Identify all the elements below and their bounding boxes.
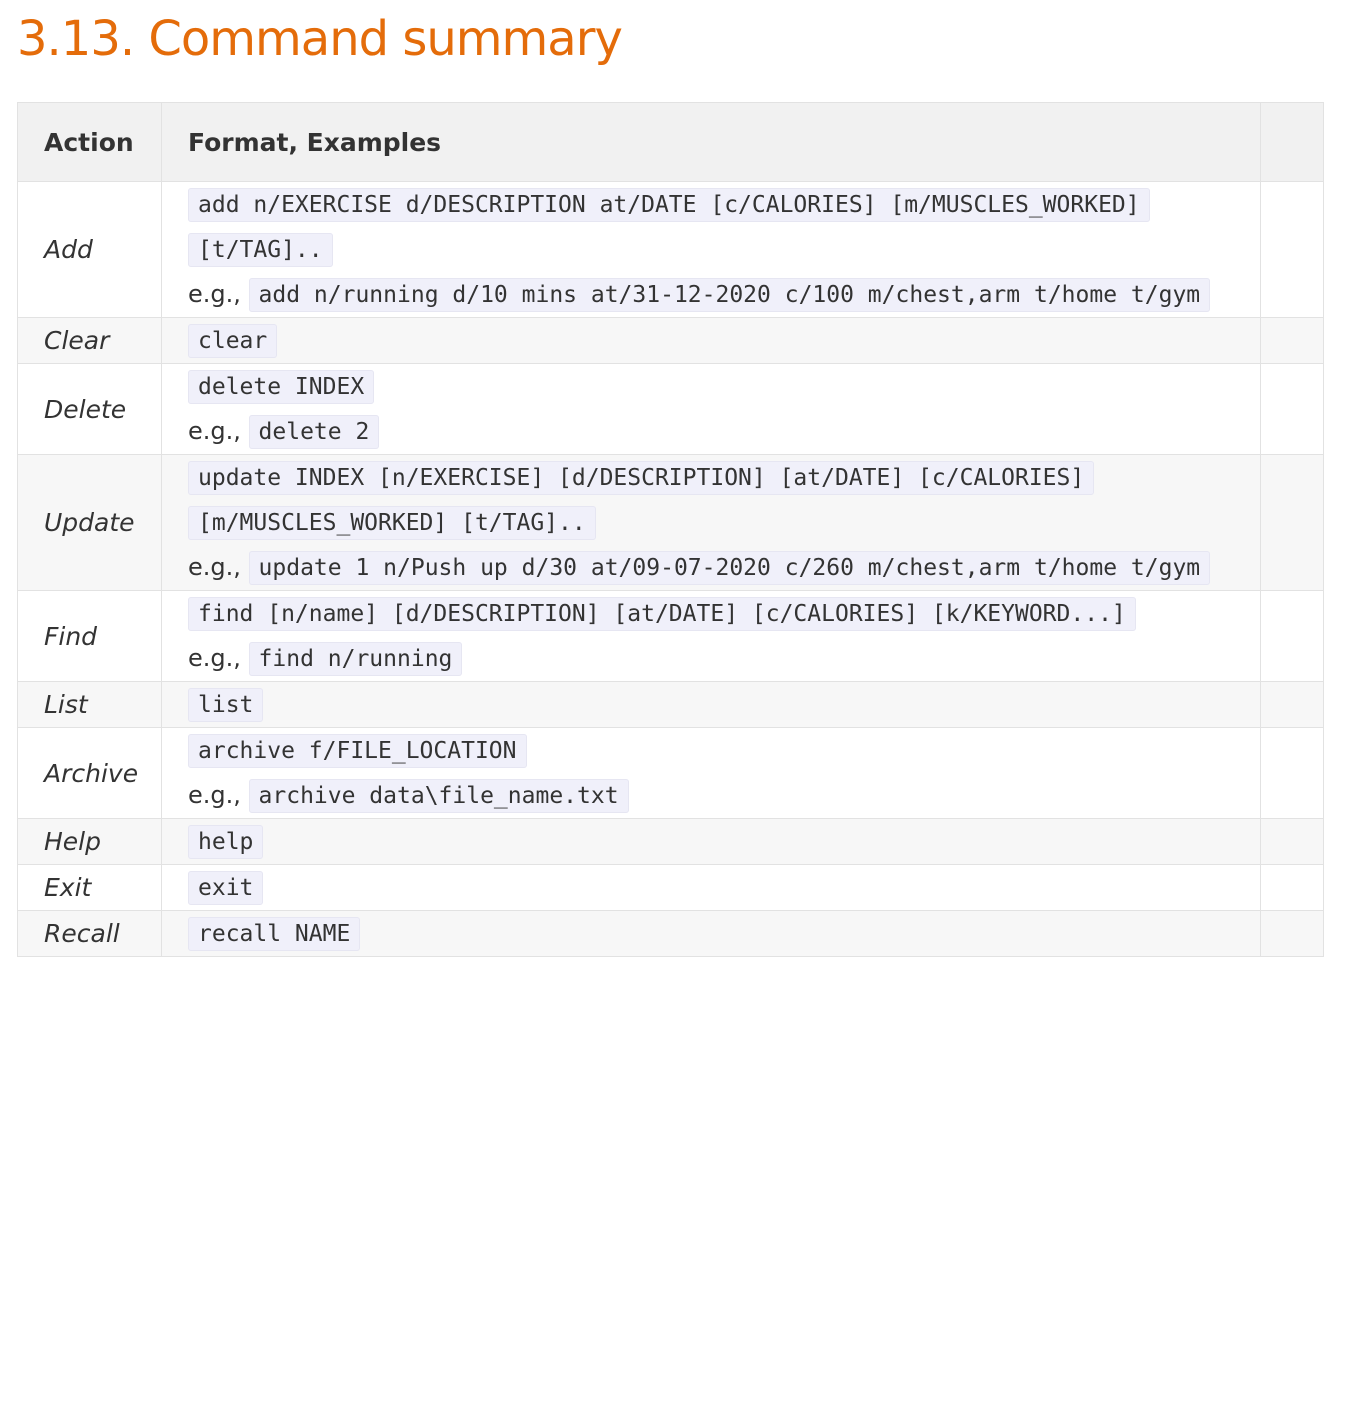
action-cell: Recall — [17, 910, 162, 957]
header-extra — [1260, 102, 1324, 182]
command-format-code: help — [188, 825, 264, 859]
command-format-code: update INDEX [n/EXERCISE] [d/DESCRIPTION… — [188, 461, 1095, 540]
format-cell: find [n/name] [d/DESCRIPTION] [at/DATE] … — [161, 590, 1261, 682]
command-format-code: find [n/name] [d/DESCRIPTION] [at/DATE] … — [188, 597, 1136, 631]
example-prefix: e.g., — [188, 417, 241, 445]
format-line: delete INDEX — [188, 364, 1234, 409]
table-row: Add add n/EXERCISE d/DESCRIPTION at/DATE … — [17, 181, 1324, 318]
table-body: Add add n/EXERCISE d/DESCRIPTION at/DATE … — [17, 181, 1324, 957]
command-format-code: archive f/FILE_LOCATION — [188, 734, 527, 768]
extra-cell — [1260, 454, 1324, 591]
table-row: List list — [17, 681, 1324, 728]
extra-cell — [1260, 727, 1324, 819]
section-title: 3.13. Command summary — [17, 11, 623, 67]
extra-cell — [1260, 363, 1324, 455]
table-row: Exit exit — [17, 864, 1324, 911]
format-cell: help — [161, 818, 1261, 865]
format-cell: add n/EXERCISE d/DESCRIPTION at/DATE [c/… — [161, 181, 1261, 318]
format-cell: list — [161, 681, 1261, 728]
format-cell: update INDEX [n/EXERCISE] [d/DESCRIPTION… — [161, 454, 1261, 591]
table-row: Help help — [17, 818, 1324, 865]
command-format-code: delete INDEX — [188, 370, 375, 404]
command-example-code: archive data\file_name.txt — [248, 779, 629, 813]
extra-cell — [1260, 681, 1324, 728]
format-line: help — [188, 819, 1234, 864]
format-cell: clear — [161, 317, 1261, 364]
command-example-code: delete 2 — [248, 415, 380, 449]
example-line: e.g., archive data\file_name.txt — [188, 773, 1234, 818]
action-cell: Update — [17, 454, 162, 591]
action-cell: Exit — [17, 864, 162, 911]
example-line: e.g., find n/running — [188, 636, 1234, 681]
header-format: Format, Examples — [161, 102, 1261, 182]
example-prefix: e.g., — [188, 644, 241, 672]
format-cell: archive f/FILE_LOCATION e.g., archive dat… — [161, 727, 1261, 819]
format-line: clear — [188, 318, 1234, 363]
table-header-row: Action Format, Examples — [17, 102, 1324, 182]
format-line: recall NAME — [188, 911, 1234, 956]
format-line: exit — [188, 865, 1234, 910]
table-row: Update update INDEX [n/EXERCISE] [d/DESCR… — [17, 454, 1324, 591]
example-prefix: e.g., — [188, 280, 241, 308]
extra-cell — [1260, 864, 1324, 911]
extra-cell — [1260, 181, 1324, 318]
command-summary-table: Action Format, Examples Add add n/EXERCIS… — [17, 102, 1324, 957]
format-cell: recall NAME — [161, 910, 1261, 957]
command-format-code: recall NAME — [188, 917, 361, 951]
table-header: Action Format, Examples — [17, 102, 1324, 182]
extra-cell — [1260, 317, 1324, 364]
action-cell: Add — [17, 181, 162, 318]
action-cell: Delete — [17, 363, 162, 455]
page: 3.13. Command summary Action Format, Exa… — [0, 0, 1353, 957]
command-format-code: exit — [188, 871, 264, 905]
format-line: add n/EXERCISE d/DESCRIPTION at/DATE [c/… — [188, 182, 1234, 272]
example-prefix: e.g., — [188, 553, 241, 581]
example-line: e.g., update 1 n/Push up d/30 at/09-07-2… — [188, 545, 1234, 590]
format-line: find [n/name] [d/DESCRIPTION] [at/DATE] … — [188, 591, 1234, 636]
table-row: Recall recall NAME — [17, 910, 1324, 957]
action-cell: Clear — [17, 317, 162, 364]
table-row: Clear clear — [17, 317, 1324, 364]
format-cell: delete INDEX e.g., delete 2 — [161, 363, 1261, 455]
command-example-code: find n/running — [248, 642, 463, 676]
action-cell: Help — [17, 818, 162, 865]
extra-cell — [1260, 910, 1324, 957]
extra-cell — [1260, 818, 1324, 865]
table-row: Delete delete INDEX e.g., delete 2 — [17, 363, 1324, 455]
command-format-code: clear — [188, 324, 278, 358]
example-line: e.g., add n/running d/10 mins at/31-12-2… — [188, 272, 1234, 317]
action-cell: Find — [17, 590, 162, 682]
action-cell: List — [17, 681, 162, 728]
table-row: Find find [n/name] [d/DESCRIPTION] [at/DA… — [17, 590, 1324, 682]
format-line: update INDEX [n/EXERCISE] [d/DESCRIPTION… — [188, 455, 1234, 545]
example-prefix: e.g., — [188, 781, 241, 809]
action-cell: Archive — [17, 727, 162, 819]
extra-cell — [1260, 590, 1324, 682]
format-cell: exit — [161, 864, 1261, 911]
command-format-code: add n/EXERCISE d/DESCRIPTION at/DATE [c/… — [188, 188, 1150, 267]
command-example-code: add n/running d/10 mins at/31-12-2020 c/… — [248, 278, 1211, 312]
table-row: Archive archive f/FILE_LOCATION e.g., arch… — [17, 727, 1324, 819]
example-line: e.g., delete 2 — [188, 409, 1234, 454]
command-format-code: list — [188, 688, 264, 722]
format-line: list — [188, 682, 1234, 727]
command-example-code: update 1 n/Push up d/30 at/09-07-2020 c/… — [248, 551, 1211, 585]
header-action: Action — [17, 102, 162, 182]
format-line: archive f/FILE_LOCATION — [188, 728, 1234, 773]
